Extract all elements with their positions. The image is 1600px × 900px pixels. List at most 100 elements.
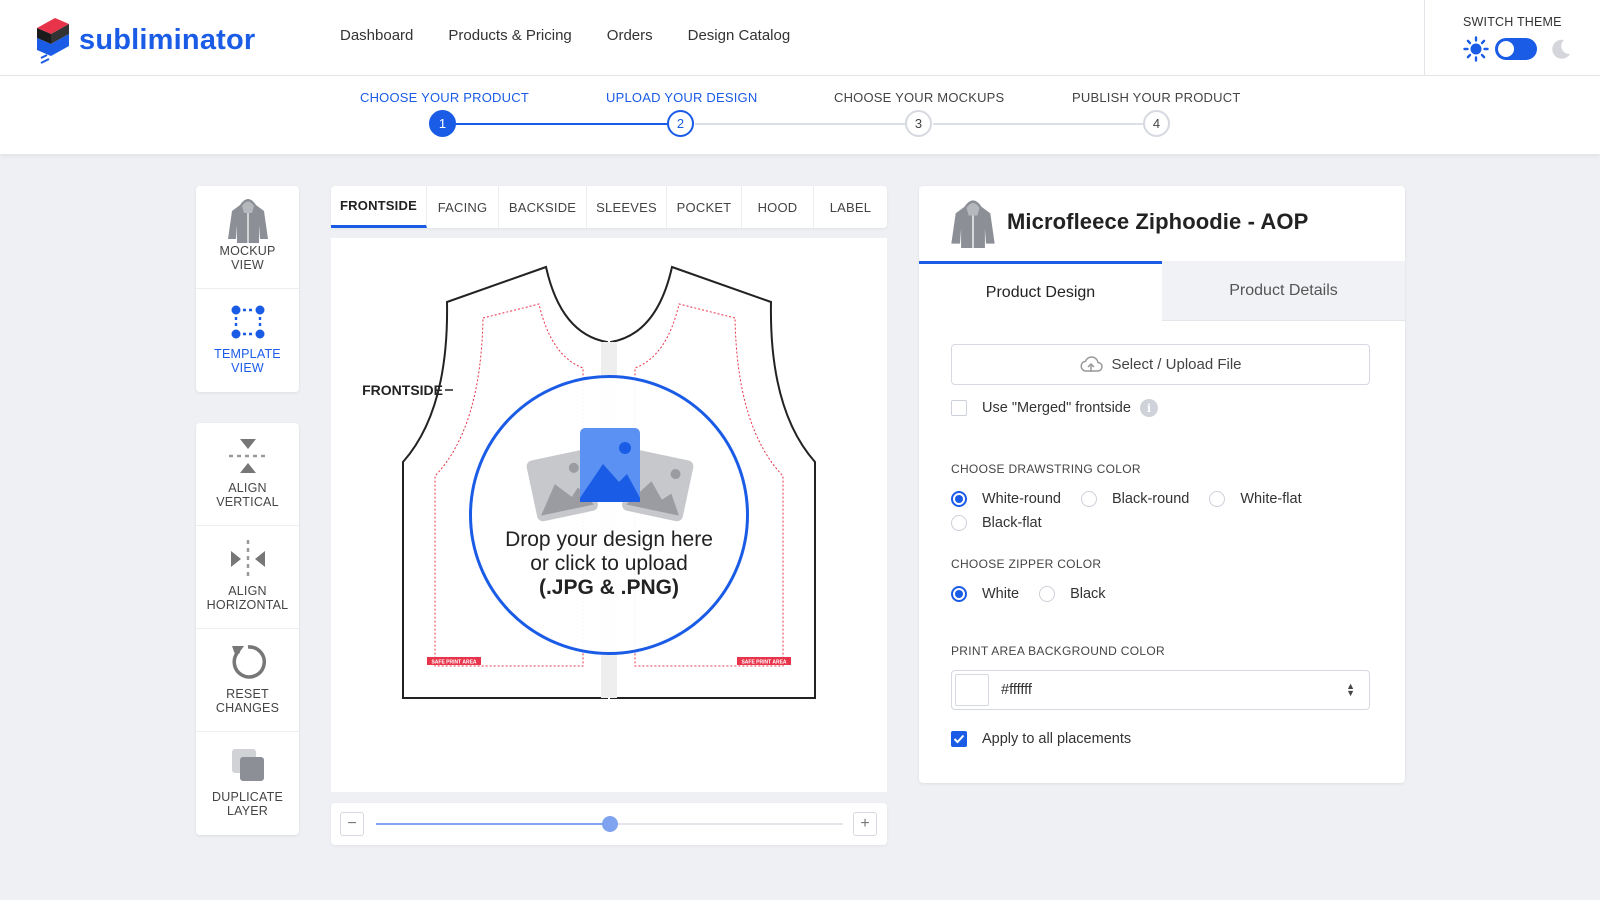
duplicate-layer-label-2: LAYER <box>226 804 269 818</box>
template-view-button[interactable]: TEMPLATE VIEW <box>196 289 299 392</box>
radio-white-flat[interactable] <box>1209 491 1226 507</box>
drawstring-label-white-flat: White-flat <box>1240 491 1302 507</box>
drawstring-label-white-round: White-round <box>982 491 1061 507</box>
apply-all-label: Apply to all placements <box>982 731 1132 747</box>
nav-dashboard[interactable]: Dashboard <box>340 27 413 44</box>
tab-pocket[interactable]: POCKET <box>667 186 742 228</box>
radio-black-round[interactable] <box>1080 491 1097 507</box>
drop-text-line-2: or click to upload <box>530 552 688 575</box>
drawstring-section-title: CHOOSE DRAWSTRING COLOR <box>951 462 1141 476</box>
tab-backside[interactable]: BACKSIDE <box>499 186 587 228</box>
align-vertical-icon <box>228 439 267 473</box>
top-bar: subliminator Dashboard Products & Pricin… <box>0 0 1600 76</box>
logo[interactable]: subliminator <box>33 14 255 66</box>
nav-design-catalog[interactable]: Design Catalog <box>688 27 791 44</box>
tab-hood[interactable]: HOOD <box>742 186 814 228</box>
reset-icon <box>231 645 266 679</box>
align-horizontal-button[interactable]: ALIGN HORIZONTAL <box>196 526 299 629</box>
zipper-label-black: Black <box>1070 586 1106 602</box>
drawstring-label-black-flat: Black-flat <box>982 515 1042 531</box>
theme-label: SWITCH THEME <box>1463 15 1562 29</box>
tab-facing[interactable]: FACING <box>427 186 499 228</box>
radio-white-round[interactable] <box>951 491 967 507</box>
step-connector-3 <box>933 123 1161 125</box>
step-3-circle: 3 <box>905 110 932 137</box>
sun-icon[interactable] <box>1463 36 1489 62</box>
product-title: Microfleece Ziphoodie - AOP <box>1007 209 1309 234</box>
step-2-circle[interactable]: 2 <box>667 110 694 137</box>
drawstring-label-black-round: Black-round <box>1111 491 1190 507</box>
tab-sleeves[interactable]: SLEEVES <box>587 186 667 228</box>
zoom-control: − + <box>331 803 887 845</box>
moon-icon[interactable] <box>1549 37 1573 61</box>
step-2-label[interactable]: UPLOAD YOUR DESIGN <box>606 90 757 105</box>
hoodie-icon <box>227 199 268 243</box>
step-connector-1 <box>455 123 683 125</box>
reset-changes-button[interactable]: RESET CHANGES <box>196 629 299 732</box>
step-connector-2 <box>695 123 923 125</box>
mockup-view-label-2: VIEW <box>231 258 264 272</box>
nav-orders[interactable]: Orders <box>607 27 653 44</box>
view-tools-panel: MOCKUP VIEW TEMPLATE VIEW <box>196 186 299 392</box>
step-1-label[interactable]: CHOOSE YOUR PRODUCT <box>360 90 529 105</box>
safe-area-label-left: SAFE PRINT AREA <box>431 660 476 666</box>
product-panel: Microfleece Ziphoodie - AOP Product Desi… <box>919 186 1405 783</box>
drop-text-line-1: Drop your design here <box>505 528 713 551</box>
drawstring-option-black-round[interactable]: Black-round <box>1080 491 1190 507</box>
zipper-label-white: White <box>982 586 1020 602</box>
align-vertical-button[interactable]: ALIGN VERTICAL <box>196 423 299 526</box>
radio-black-flat[interactable] <box>951 515 967 531</box>
mockup-view-label-1: MOCKUP <box>219 244 276 258</box>
radio-zipper-black[interactable] <box>1039 586 1056 602</box>
subliminator-logo-icon <box>37 18 69 64</box>
zipper-option-black[interactable]: Black <box>1039 586 1106 602</box>
tab-product-design[interactable]: Product Design <box>919 261 1162 321</box>
radio-zipper-white[interactable] <box>951 586 967 602</box>
bg-color-section-title: PRINT AREA BACKGROUND COLOR <box>951 644 1165 658</box>
upload-file-label: Select / Upload File <box>1111 356 1242 373</box>
reset-changes-label-2: CHANGES <box>215 701 280 715</box>
drawstring-option-black-flat[interactable]: Black-flat <box>951 515 1042 531</box>
design-canvas[interactable]: SAFE PRINT AREA SAFE PRINT AREA FRONTSID… <box>331 238 887 792</box>
tab-frontside[interactable]: FRONTSIDE <box>331 186 427 228</box>
duplicate-icon <box>231 749 264 781</box>
drawstring-option-white-flat[interactable]: White-flat <box>1209 491 1302 507</box>
zoom-out-button[interactable]: − <box>340 812 364 836</box>
zoom-in-button[interactable]: + <box>853 812 877 836</box>
bg-color-swatch[interactable] <box>955 674 989 706</box>
upload-file-button[interactable]: Select / Upload File <box>951 344 1370 385</box>
bg-color-select[interactable]: #ffffff ▲ ▼ <box>951 670 1370 710</box>
drop-zone[interactable]: Drop your design here or click to upload… <box>469 375 749 655</box>
tab-label[interactable]: LABEL <box>814 186 887 228</box>
tab-product-details[interactable]: Product Details <box>1162 261 1405 321</box>
image-upload-icon <box>526 428 694 522</box>
nav-products-pricing[interactable]: Products & Pricing <box>448 27 571 44</box>
apply-all-checkbox[interactable] <box>951 731 967 747</box>
cloud-upload-icon <box>1080 355 1104 372</box>
brand-name: subliminator <box>79 23 256 56</box>
zoom-slider-track[interactable] <box>376 816 843 832</box>
bg-color-value: #ffffff <box>1001 682 1032 698</box>
align-horizontal-label-1: ALIGN <box>228 584 267 598</box>
zipper-option-white[interactable]: White <box>951 586 1019 602</box>
merged-frontside-checkbox[interactable] <box>951 400 967 416</box>
checkmark-icon <box>953 734 965 744</box>
duplicate-layer-button[interactable]: DUPLICATE LAYER <box>196 732 299 835</box>
reset-changes-label-1: RESET <box>226 687 269 701</box>
placement-marker-label: FRONTSIDE <box>362 382 443 398</box>
mockup-view-button[interactable]: MOCKUP VIEW <box>196 186 299 289</box>
theme-switcher: SWITCH THEME <box>1424 0 1600 76</box>
step-4-circle: 4 <box>1143 110 1170 137</box>
drawstring-option-white-round[interactable]: White-round <box>951 491 1061 507</box>
info-icon[interactable]: i <box>1139 399 1158 417</box>
align-horizontal-icon <box>230 540 265 578</box>
step-1-circle[interactable]: 1 <box>429 110 456 137</box>
edit-tools-panel: ALIGN VERTICAL ALIGN HORIZONTAL RESET CH… <box>196 423 299 835</box>
merged-frontside-label: Use "Merged" frontside <box>982 400 1131 416</box>
template-view-label-1: TEMPLATE <box>214 347 281 361</box>
select-arrows-icon: ▲ ▼ <box>1346 681 1355 698</box>
zoom-slider-thumb[interactable] <box>601 816 618 832</box>
align-vertical-label-2: VERTICAL <box>216 495 279 509</box>
theme-toggle[interactable] <box>1495 38 1537 60</box>
template-view-label-2: VIEW <box>231 361 264 375</box>
